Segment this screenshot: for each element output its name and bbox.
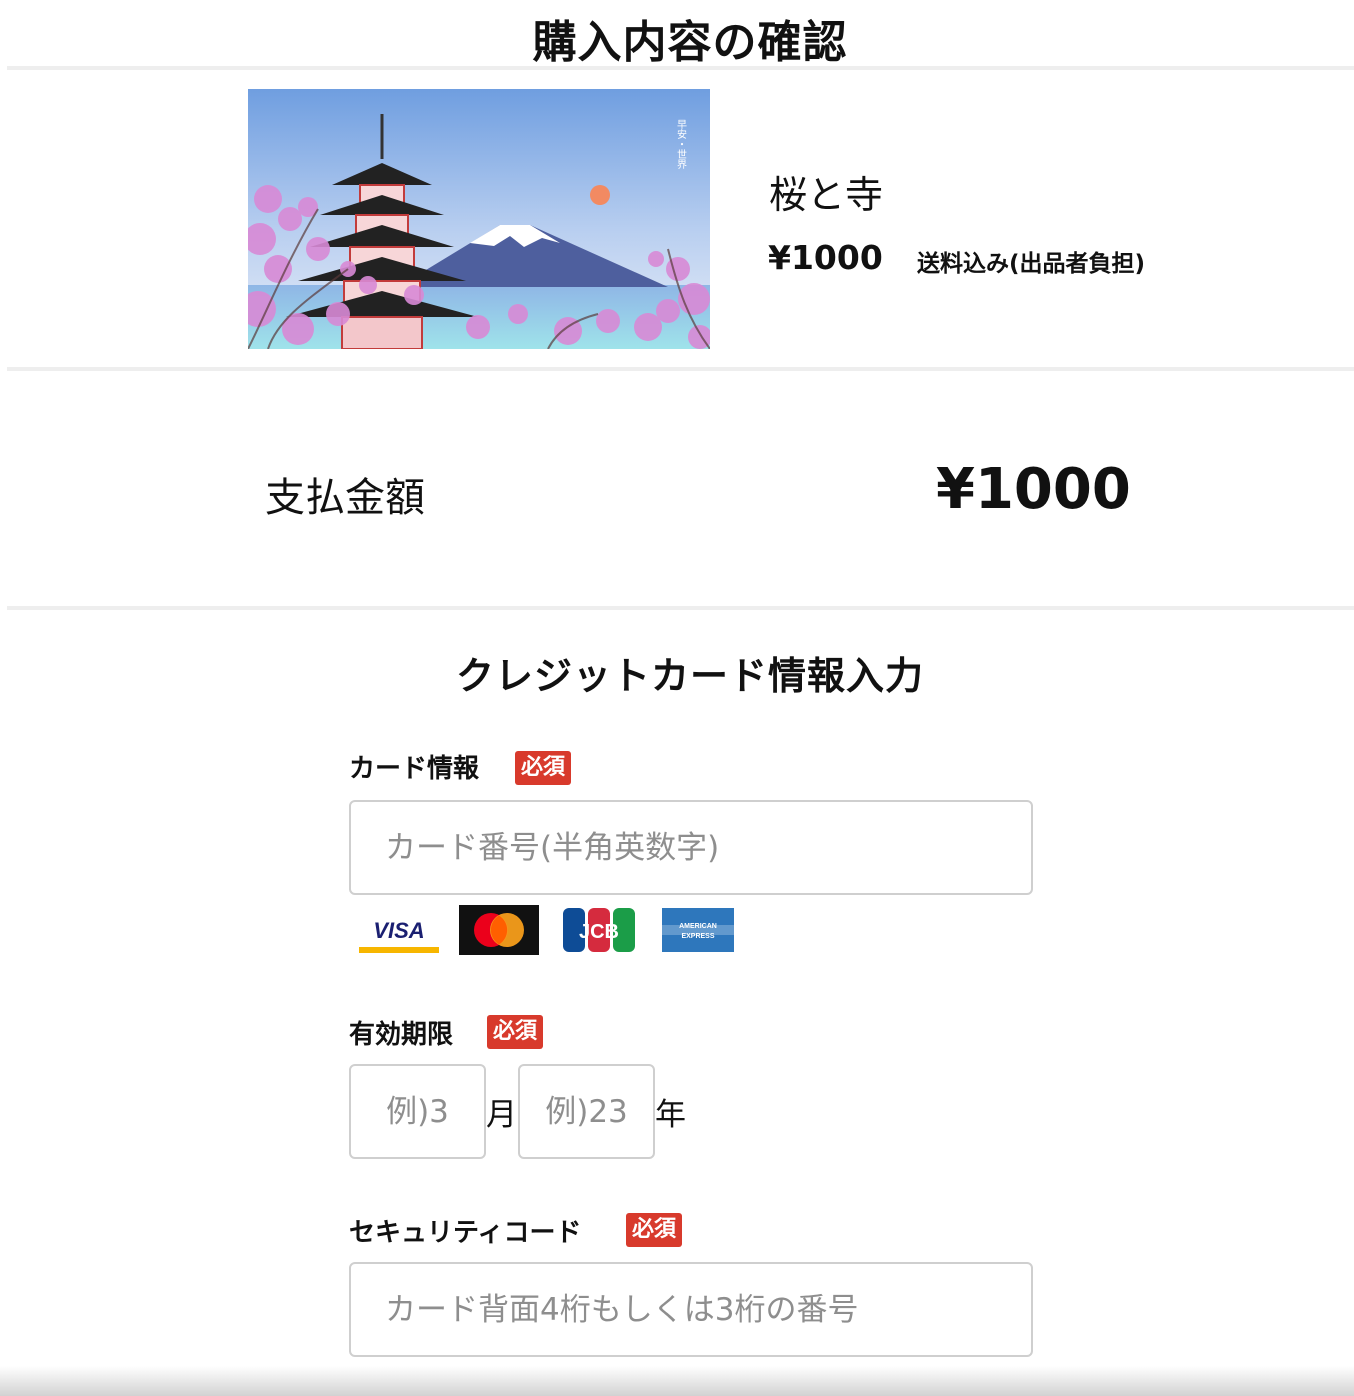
security-code-label: セキュリティコード: [349, 1218, 582, 1248]
required-badge: 必須: [487, 1015, 544, 1049]
month-unit-label: 月: [486, 1097, 517, 1133]
credit-card-section-title: クレジットカード情報入力: [455, 654, 924, 698]
svg-text:EXPRESS: EXPRESS: [681, 933, 714, 940]
card-number-input[interactable]: [349, 800, 1033, 895]
scroll-shadow: [0, 1366, 1354, 1396]
visa-icon: VISA: [359, 905, 439, 955]
product-name: 桜と寺: [769, 173, 884, 217]
security-code-input[interactable]: [349, 1262, 1033, 1357]
required-badge: 必須: [626, 1213, 683, 1247]
jcb-icon: JCB: [561, 905, 637, 955]
svg-text:AMERICAN: AMERICAN: [679, 923, 717, 930]
expiry-year-input[interactable]: [518, 1064, 655, 1159]
divider: [7, 66, 1354, 70]
mastercard-icon: [459, 905, 539, 955]
divider: [7, 606, 1354, 610]
amex-icon: AMERICAN EXPRESS: [662, 905, 734, 955]
product-image: 早安・世界: [248, 89, 710, 349]
year-unit-label: 年: [655, 1097, 686, 1133]
required-badge: 必須: [515, 751, 572, 785]
expiry-label: 有効期限: [349, 1020, 454, 1050]
image-caption: 早安・世界: [675, 119, 687, 170]
payment-label: 支払金額: [265, 475, 425, 521]
card-info-label: カード情報: [349, 754, 480, 784]
shipping-note: 送料込み(出品者負担): [917, 251, 1146, 277]
product-price: ¥1000: [768, 238, 883, 277]
svg-text:JCB: JCB: [579, 921, 619, 943]
svg-text:VISA: VISA: [373, 918, 424, 943]
divider: [7, 367, 1354, 371]
payment-amount: ¥1000: [936, 457, 1131, 522]
expiry-month-input[interactable]: [349, 1064, 486, 1159]
page-title: 購入内容の確認: [532, 17, 848, 68]
